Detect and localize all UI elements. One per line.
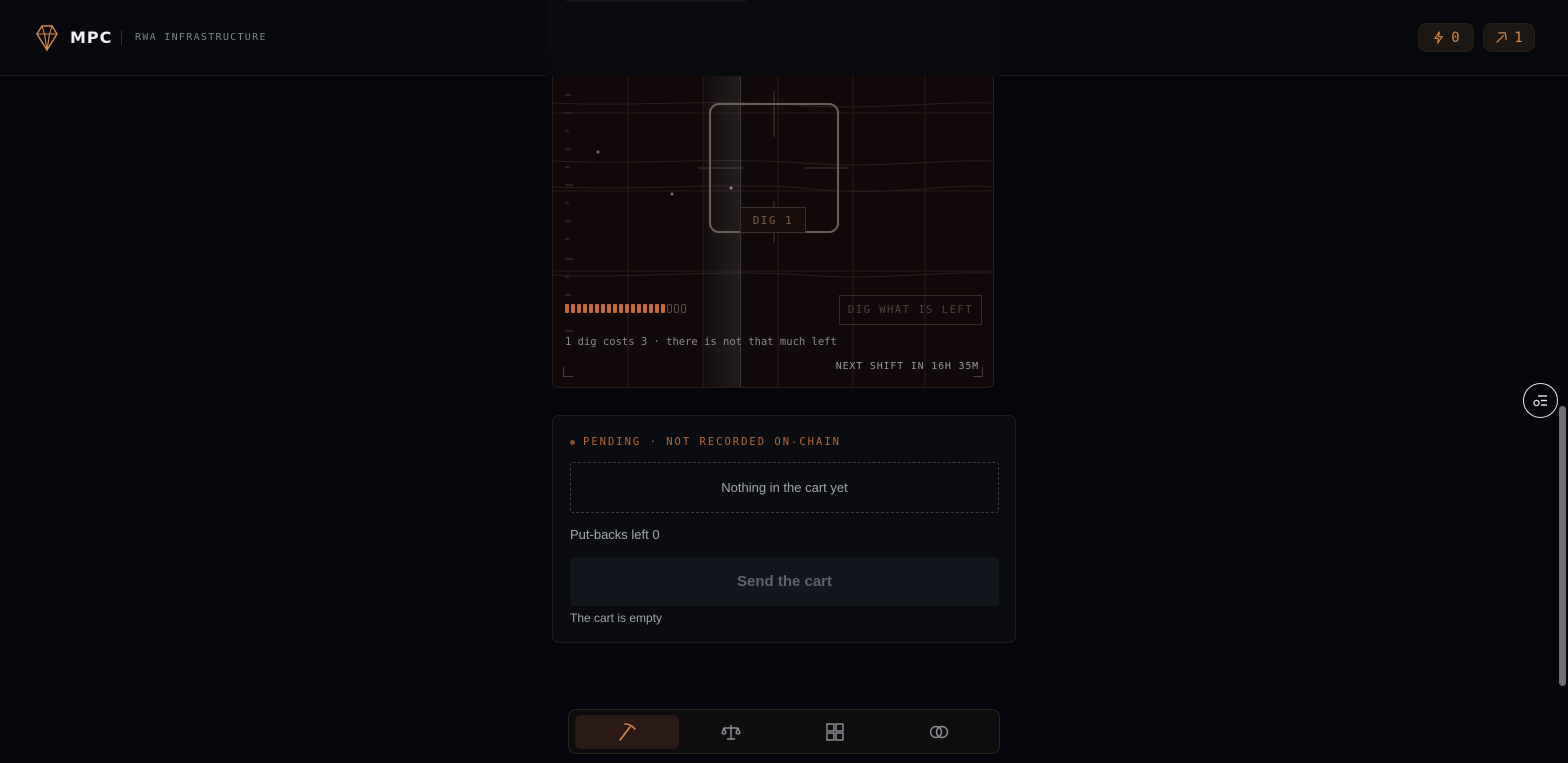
energy-count: 0 [1451, 29, 1460, 46]
gem-icon[interactable] [36, 24, 58, 52]
energy-counter-button[interactable]: 0 [1418, 23, 1474, 52]
meter-cell-filled [655, 304, 659, 313]
rings-icon [929, 725, 949, 739]
scrollbar-thumb[interactable] [1559, 406, 1566, 686]
header-divider [566, 0, 746, 2]
meter-cell-filled [571, 304, 575, 313]
meter-cell-filled [613, 304, 617, 313]
meter-cell-empty [674, 304, 679, 313]
next-shift-timer: NEXT SHIFT IN 16H 35M [835, 361, 979, 372]
cart-empty-placeholder: Nothing in the cart yet [570, 462, 999, 513]
dig-cost-note: 1 dig costs 3 · there is not that much l… [565, 336, 837, 348]
dig-remaining-button[interactable]: DIG WHAT IS LEFT [839, 295, 982, 325]
lightning-icon [1434, 31, 1444, 44]
mine-header-overlay [546, 0, 1000, 76]
meter-cell-filled [577, 304, 581, 313]
brand-name[interactable]: MPC [70, 28, 112, 47]
nav-link[interactable] [887, 715, 991, 749]
meter-cell-filled [589, 304, 593, 313]
meter-cell-filled [583, 304, 587, 313]
pickaxe-icon [1496, 32, 1508, 43]
meter-cell-empty [681, 304, 686, 313]
floating-menu-button[interactable] [1523, 383, 1558, 418]
picks-count: 1 [1514, 29, 1523, 46]
nav-inventory[interactable] [783, 715, 887, 749]
nav-trade[interactable] [679, 715, 783, 749]
brand-divider [121, 30, 122, 45]
meter-cell-empty [667, 304, 672, 313]
send-cart-button[interactable]: Send the cart [570, 557, 999, 606]
nav-mine[interactable] [575, 715, 679, 749]
meter-cell-filled [631, 304, 635, 313]
meter-cell-filled [637, 304, 641, 313]
meter-cell-filled [619, 304, 623, 313]
pending-status: PENDING · NOT RECORDED ON-CHAIN [570, 436, 841, 448]
meter-cell-filled [625, 304, 629, 313]
meter-cell-filled [601, 304, 605, 313]
meter-cell-filled [565, 304, 569, 313]
cart-status-text: The cart is empty [570, 611, 663, 625]
putbacks-remaining: Put-backs left 0 [570, 527, 660, 542]
meter-cell-filled [595, 304, 599, 313]
menu-list-icon [1533, 395, 1547, 407]
mine-viewport[interactable]: DIG 1 DIG WHAT IS LEFT 1 dig costs 3 · t… [552, 60, 994, 388]
meter-cell-filled [607, 304, 611, 313]
meter-cell-filled [661, 304, 665, 313]
status-dot [570, 439, 575, 445]
meter-cell-filled [649, 304, 653, 313]
frame-corner [973, 367, 983, 377]
frame-corner [563, 367, 573, 377]
meter-cell-filled [643, 304, 647, 313]
cart-panel: PENDING · NOT RECORDED ON-CHAIN Nothing … [552, 415, 1016, 643]
app-header: MPC RWA INFRASTRUCTURE 0 1 [0, 0, 1568, 76]
bottom-nav [568, 709, 1000, 754]
picks-counter-button[interactable]: 1 [1483, 23, 1535, 52]
charge-meter [565, 304, 686, 313]
pending-status-label: PENDING · NOT RECORDED ON-CHAIN [583, 436, 841, 448]
grid-icon [826, 723, 844, 741]
pickaxe-icon [619, 723, 636, 741]
brand-subtitle: RWA INFRASTRUCTURE [135, 32, 267, 43]
dig-count-label: DIG 1 [740, 207, 806, 233]
scales-icon [721, 725, 741, 740]
